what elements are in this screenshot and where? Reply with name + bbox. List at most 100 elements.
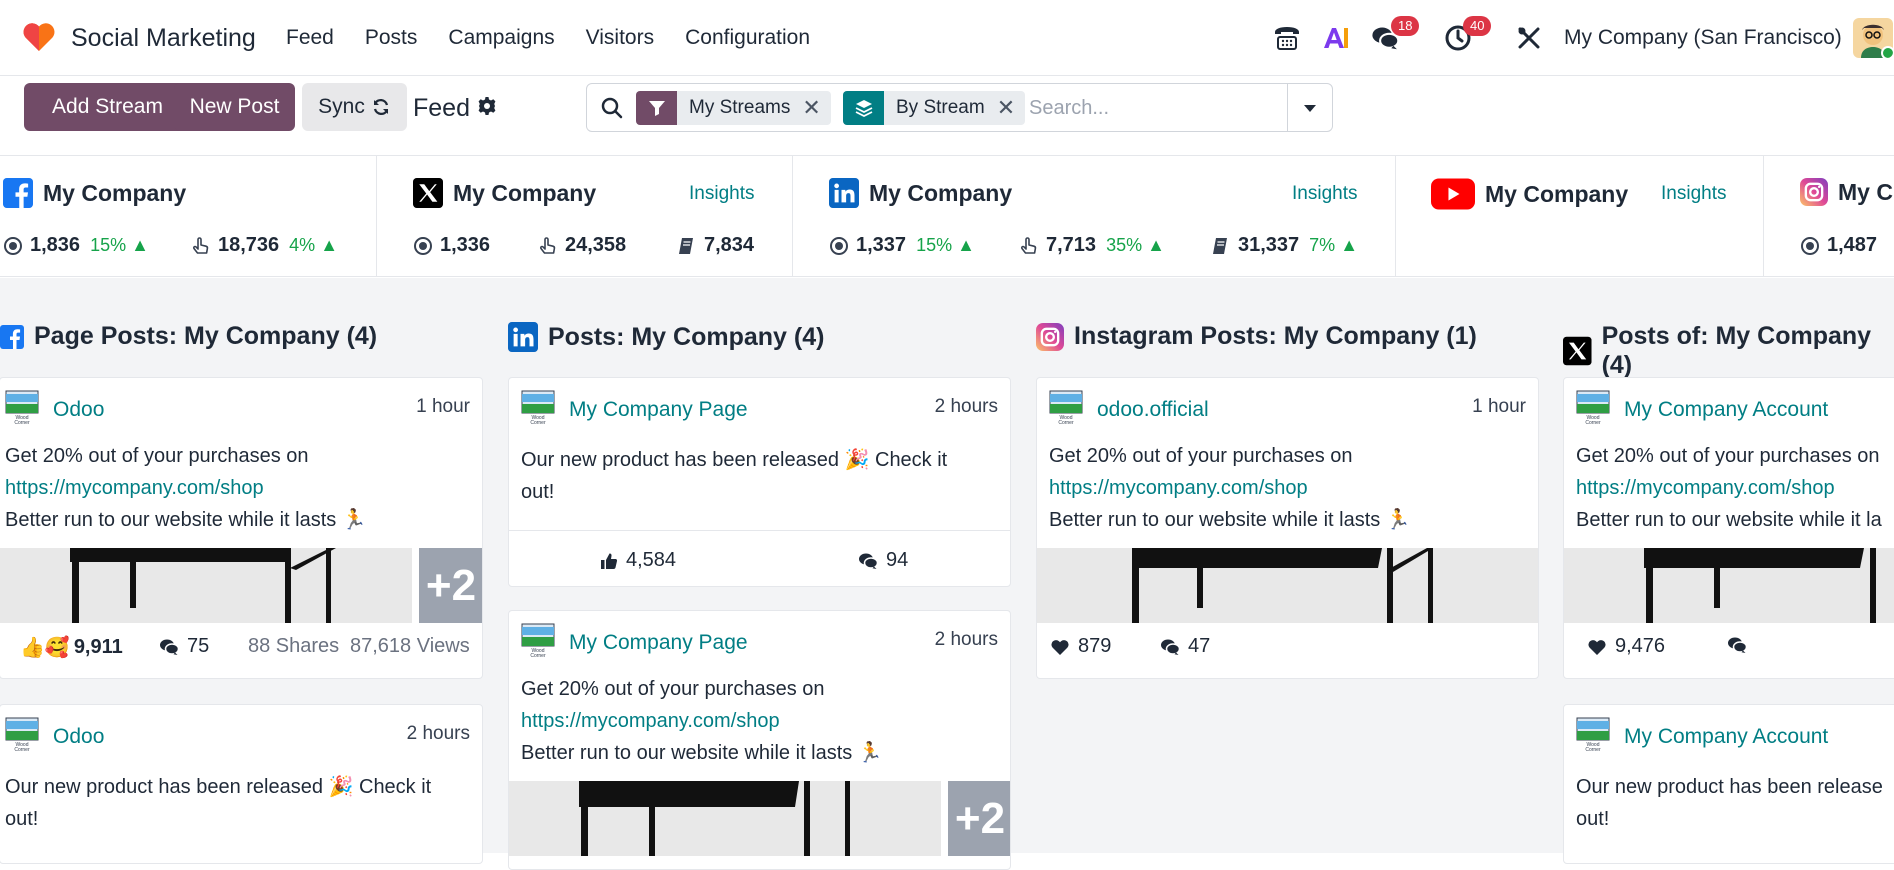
post-link[interactable]: https://mycompany.com/shop <box>1576 472 1894 504</box>
sync-icon <box>373 99 388 115</box>
more-images-tile[interactable]: +2 <box>948 781 1010 856</box>
insights-link[interactable]: Insights <box>689 183 754 205</box>
post-card[interactable]: My Company Page 2 hours Our new product … <box>508 377 1011 587</box>
post-card[interactable]: Odoo 2 hours Our new product has been re… <box>0 704 483 864</box>
account-card-youtube[interactable]: My Company Insights <box>1396 156 1764 277</box>
post-body: Get 20% out of your purchases on https:/… <box>5 440 475 536</box>
shares-count: 88 Shares <box>248 635 340 657</box>
post-author[interactable]: My Company Page <box>569 398 748 422</box>
post-author[interactable]: My Company Account <box>1624 725 1828 749</box>
post-image[interactable] <box>509 781 941 856</box>
likes-count[interactable]: 879 <box>1049 635 1111 658</box>
sync-button[interactable]: Sync <box>302 83 407 131</box>
facet-my-streams[interactable]: My Streams ✕ <box>636 91 831 125</box>
comments-count[interactable]: 75 <box>158 635 209 658</box>
facet-label: By Stream <box>896 97 985 118</box>
voip-phone-icon[interactable] <box>1272 20 1302 56</box>
insights-link[interactable]: Insights <box>1661 183 1726 205</box>
remove-facet-icon[interactable]: ✕ <box>997 95 1025 121</box>
post-card[interactable]: My Company Page 2 hours Get 20% out of y… <box>508 610 1011 870</box>
account-card-facebook[interactable]: My Company 1,836 15% ▲ 18,736 4% ▲ <box>0 156 377 277</box>
account-name: My Company <box>43 179 187 206</box>
stream-header-instagram: Instagram Posts: My Company (1) <box>1036 322 1477 351</box>
engagement-icon <box>191 236 211 256</box>
search-icon[interactable] <box>601 97 623 119</box>
engagement-icon <box>1019 236 1039 256</box>
insights-link[interactable]: Insights <box>1292 183 1357 205</box>
stories-icon <box>1211 236 1231 256</box>
search-options-toggle[interactable] <box>1287 84 1332 131</box>
user-avatar[interactable] <box>1853 18 1893 58</box>
stream-header-facebook: Page Posts: My Company (4) <box>0 322 377 351</box>
group-by-layers-icon <box>843 91 884 125</box>
remove-facet-icon[interactable]: ✕ <box>802 95 830 121</box>
comments-count[interactable]: 94 <box>857 549 908 572</box>
likes-count[interactable]: 4,584 <box>599 549 676 572</box>
post-image[interactable] <box>1037 548 1538 623</box>
post-link[interactable]: https://mycompany.com/shop <box>5 472 475 504</box>
account-card-instagram[interactable]: My C 1,487 <box>1764 156 1894 277</box>
sync-label: Sync <box>318 95 365 118</box>
more-images-tile[interactable]: +2 <box>419 548 482 623</box>
reactions[interactable]: 👍🥰 9,911 <box>20 635 123 660</box>
facebook-icon <box>0 323 24 351</box>
post-body: Get 20% out of your purchases on https:/… <box>1049 440 1529 536</box>
linkedin-icon <box>829 178 859 208</box>
online-status-dot <box>1881 46 1893 58</box>
stories-icon <box>677 236 697 256</box>
social-marketing-heart-icon[interactable] <box>22 22 56 52</box>
x-twitter-icon <box>413 178 443 208</box>
heart-icon <box>1049 637 1071 657</box>
post-time: 2 hours <box>934 396 998 417</box>
accounts-stats-strip: My Company 1,836 15% ▲ 18,736 4% ▲ My Co… <box>0 155 1894 277</box>
gear-icon[interactable] <box>477 96 497 116</box>
post-time: 2 hours <box>406 723 470 744</box>
stream-header-x: Posts of: My Company (4) <box>1563 322 1894 380</box>
stat-audience: 1,337 15% ▲ <box>829 234 975 257</box>
company-switcher[interactable]: My Company (San Francisco) <box>1564 26 1842 50</box>
menu-visitors[interactable]: Visitors <box>586 26 654 50</box>
stat-engagement: 18,736 4% ▲ <box>191 234 338 257</box>
account-card-linkedin[interactable]: My Company Insights 1,337 15% ▲ 7,713 35… <box>793 156 1396 277</box>
post-author[interactable]: Odoo <box>53 725 104 749</box>
filter-icon <box>636 91 677 125</box>
app-name[interactable]: Social Marketing <box>71 24 256 53</box>
wood-corner-avatar <box>1576 390 1610 424</box>
post-image[interactable] <box>1564 548 1894 623</box>
trend-up: 15% ▲ <box>916 235 975 255</box>
post-card[interactable]: My Company Account Our new product has b… <box>1563 704 1894 864</box>
ai-icon[interactable] <box>1322 20 1350 56</box>
post-card[interactable]: odoo.official 1 hour Get 20% out of your… <box>1036 377 1539 679</box>
comment-icon <box>1159 637 1181 657</box>
menu-configuration[interactable]: Configuration <box>685 26 810 50</box>
messages-icon[interactable]: 18 <box>1370 16 1422 56</box>
post-author[interactable]: My Company Page <box>569 631 748 655</box>
account-card-x[interactable]: My Company Insights 1,336 24,358 7,834 <box>377 156 793 277</box>
facebook-icon <box>3 178 33 208</box>
post-author[interactable]: My Company Account <box>1624 398 1828 422</box>
menu-posts[interactable]: Posts <box>365 26 418 50</box>
comments-count[interactable] <box>1726 635 1755 655</box>
menu-campaigns[interactable]: Campaigns <box>448 26 554 50</box>
debug-tools-icon[interactable] <box>1516 20 1542 56</box>
post-link[interactable]: https://mycompany.com/shop <box>1049 472 1529 504</box>
post-body: Our new product has been release out! <box>1576 776 1883 830</box>
post-card[interactable]: Odoo 1 hour Get 20% out of your purchase… <box>0 377 483 679</box>
account-name: My C <box>1838 178 1893 205</box>
new-post-button[interactable]: New Post <box>174 83 295 131</box>
add-stream-button[interactable]: Add Stream <box>24 83 191 131</box>
menu-feed[interactable]: Feed <box>286 26 334 50</box>
post-body: Get 20% out of your purchases on https:/… <box>1576 440 1894 536</box>
activities-clock-icon[interactable]: 40 <box>1444 16 1496 56</box>
likes-count[interactable]: 9,476 <box>1586 635 1665 658</box>
comments-count[interactable]: 47 <box>1159 635 1210 658</box>
facet-by-stream[interactable]: By Stream ✕ <box>843 91 1026 125</box>
audience-icon <box>413 236 433 256</box>
post-image[interactable] <box>0 548 412 623</box>
trend-up: 4% ▲ <box>289 235 339 255</box>
post-link[interactable]: https://mycompany.com/shop <box>521 705 1001 737</box>
post-author[interactable]: odoo.official <box>1097 398 1209 422</box>
search-input[interactable] <box>1029 94 1279 122</box>
post-card[interactable]: My Company Account Get 20% out of your p… <box>1563 377 1894 679</box>
post-author[interactable]: Odoo <box>53 398 104 422</box>
